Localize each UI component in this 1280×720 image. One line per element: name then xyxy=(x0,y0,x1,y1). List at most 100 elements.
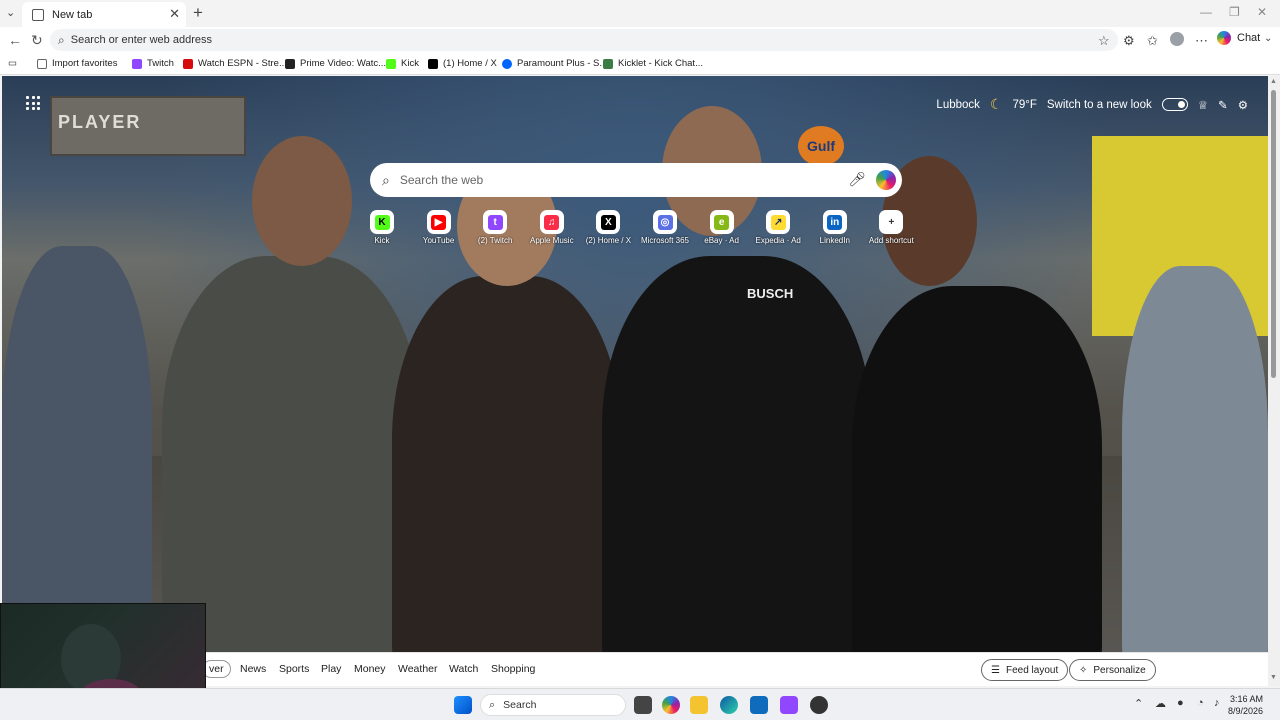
microphone-icon[interactable]: ● xyxy=(1177,697,1184,709)
feed-layout-button[interactable]: ☰ Feed layout xyxy=(981,659,1069,681)
shortcut-5[interactable]: ◎ Microsoft 365 xyxy=(637,210,693,245)
refresh-icon[interactable]: ↻ xyxy=(31,32,43,49)
shortcut-icon: ♫ xyxy=(544,214,560,230)
shortcut-tile: ↗ xyxy=(766,210,791,234)
favorite-item[interactable]: Watch ESPN - Stre... xyxy=(183,58,287,69)
profile-avatar[interactable] xyxy=(1170,32,1184,46)
edit-icon[interactable]: ✎ xyxy=(1218,98,1228,112)
search-icon: ⌕ xyxy=(489,698,496,711)
copilot-icon[interactable] xyxy=(876,170,896,190)
chevron-up-icon[interactable]: ⌃ xyxy=(1134,697,1143,710)
import-icon xyxy=(37,58,47,69)
microphone-icon[interactable]: 🎤︎ xyxy=(848,171,866,188)
gulf-sign-text: Gulf xyxy=(807,138,835,154)
shortcut-icon: ▶ xyxy=(431,214,447,230)
feed-tab-watch[interactable]: Watch xyxy=(449,663,478,675)
tab-new-tab[interactable]: New tab ✕ xyxy=(22,2,186,27)
file-explorer-icon[interactable] xyxy=(690,696,708,714)
feed-tab-news[interactable]: News xyxy=(240,663,266,675)
shortcut-1[interactable]: ▶ YouTube xyxy=(411,210,467,245)
app-icon[interactable] xyxy=(810,696,828,714)
switch-look-label: Switch to a new look xyxy=(1046,98,1152,111)
shortcut-tile: in xyxy=(822,210,847,234)
favorite-item[interactable]: Paramount Plus - S... xyxy=(502,58,607,69)
feed-tab-sports[interactable]: Sports xyxy=(279,663,309,675)
scrollbar-thumb[interactable] xyxy=(1271,90,1276,378)
apps-launcher-icon[interactable] xyxy=(26,96,40,110)
rewards-icon[interactable]: ♕ xyxy=(1198,98,1208,112)
favorite-label: Kicklet - Kick Chat... xyxy=(618,58,703,69)
favorite-item[interactable]: Twitch xyxy=(132,58,174,69)
minimize-icon[interactable]: — xyxy=(1200,5,1212,19)
favorite-item[interactable]: Kick xyxy=(386,58,419,69)
shortcut-3[interactable]: ♫ Apple Music xyxy=(524,210,580,245)
taskbar-search[interactable]: ⌕ Search xyxy=(480,694,626,716)
amazon-icon xyxy=(285,58,295,69)
scroll-up-icon[interactable]: ▲ xyxy=(1270,78,1277,85)
copilot-chat-button[interactable]: Chat xyxy=(1217,31,1260,45)
shortcut-icon: t xyxy=(487,214,503,230)
shortcut-9[interactable]: + Add shortcut xyxy=(863,210,919,245)
task-view-icon[interactable] xyxy=(634,696,652,714)
twitch-icon[interactable] xyxy=(780,696,798,714)
settings-gear-icon[interactable]: ⚙ xyxy=(1238,98,1248,112)
address-bar[interactable]: ⌕ Search or enter web address xyxy=(50,29,1118,51)
chevron-down-icon[interactable]: ⌄ xyxy=(1264,33,1272,44)
shortcut-7[interactable]: ↗ Expedia · Ad xyxy=(750,210,806,245)
scroll-down-icon[interactable]: ▼ xyxy=(1270,674,1277,681)
shortcut-tile: ♫ xyxy=(539,210,564,234)
new-tab-button[interactable]: + xyxy=(193,3,203,23)
newtab-page-icon xyxy=(32,8,44,21)
tab-actions-icon[interactable]: ⌄ xyxy=(6,6,15,19)
wifi-icon[interactable]: ◔ xyxy=(1197,697,1204,709)
sidebar-toggle-icon[interactable]: ▭ xyxy=(8,58,17,69)
restore-icon[interactable]: ❐ xyxy=(1229,5,1240,19)
clock-date: 8/9/2026 xyxy=(1228,706,1264,716)
more-menu-icon[interactable]: ⋯ xyxy=(1195,33,1208,49)
shortcut-tile: ◎ xyxy=(653,210,677,234)
switch-look-toggle[interactable] xyxy=(1161,98,1188,111)
feed-tab-weather[interactable]: Weather xyxy=(398,663,438,675)
close-window-icon[interactable]: ✕ xyxy=(1257,5,1267,19)
store-icon[interactable] xyxy=(750,696,768,714)
page-scrollbar[interactable]: ▲ ▼ xyxy=(1268,76,1280,686)
close-tab-icon[interactable]: ✕ xyxy=(169,6,180,22)
volume-icon[interactable]: ♪ xyxy=(1214,697,1220,709)
weather-temperature[interactable]: 79°F xyxy=(1012,99,1036,111)
shortcut-0[interactable]: K Kick xyxy=(354,210,410,245)
web-search-box[interactable]: ⌕ Search the web 🎤︎ xyxy=(370,163,902,197)
photo-person-2 xyxy=(392,276,622,686)
shortcut-2[interactable]: t (2) Twitch xyxy=(467,210,523,245)
cloud-icon[interactable]: ☁ xyxy=(1155,697,1166,710)
copilot-icon[interactable] xyxy=(662,696,680,714)
background-gulf-sign: Gulf xyxy=(798,126,844,166)
favorite-item[interactable]: Prime Video: Watc... xyxy=(285,58,386,69)
feed-tab-discover[interactable]: ver xyxy=(202,660,231,678)
shortcut-icon: ↗ xyxy=(770,214,786,230)
shortcut-8[interactable]: in LinkedIn xyxy=(807,210,863,245)
back-icon[interactable]: ← xyxy=(8,32,22,48)
favorite-item[interactable]: (1) Home / X xyxy=(428,58,497,69)
kicklet-icon xyxy=(603,58,613,69)
weather-location[interactable]: Lubbock xyxy=(936,99,979,111)
shortcut-tile: X xyxy=(596,210,621,234)
feed-tab-money[interactable]: Money xyxy=(354,663,386,675)
windows-taskbar: ⌕ Search ⌃ ☁ ● ◔ ♪ 3:16 AM 8/9/2026 xyxy=(0,688,1280,720)
shortcut-4[interactable]: X (2) Home / X xyxy=(580,210,636,245)
start-icon[interactable] xyxy=(454,696,472,714)
edge-icon[interactable] xyxy=(720,696,738,714)
favorites-icon[interactable]: ✩ xyxy=(1147,33,1158,49)
shortcut-tile: e xyxy=(709,210,734,234)
favorite-item[interactable]: Import favorites xyxy=(37,58,117,69)
personalize-button[interactable]: ✧ Personalize xyxy=(1069,659,1156,681)
favorite-label: Import favorites xyxy=(52,58,118,69)
shortcut-6[interactable]: e eBay · Ad xyxy=(694,210,750,245)
system-clock[interactable]: 3:16 AM 8/9/2026 xyxy=(1228,693,1263,717)
personalize-label: Personalize xyxy=(1093,664,1146,676)
favorite-item[interactable]: Kicklet - Kick Chat... xyxy=(603,58,703,69)
favorite-star-icon[interactable]: ☆ xyxy=(1098,33,1110,49)
shirt-text: BUSCH xyxy=(747,286,794,301)
feed-tab-shopping[interactable]: Shopping xyxy=(491,663,535,675)
feed-tab-play[interactable]: Play xyxy=(321,663,341,675)
extensions-icon[interactable]: ⚙ xyxy=(1123,33,1135,49)
